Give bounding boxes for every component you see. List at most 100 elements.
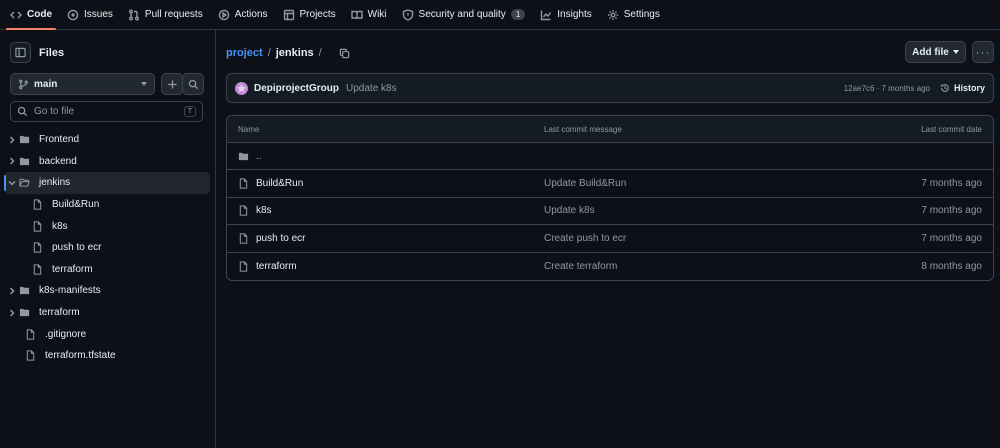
tree-item-label: Build&Run [52, 199, 100, 211]
file-name-link[interactable]: k8s [256, 205, 272, 216]
chevron-down-icon[interactable] [5, 179, 19, 187]
table-row[interactable]: Build&Run Update Build&Run 7 months ago [227, 170, 993, 198]
tree-item-k8s[interactable]: k8s [5, 215, 210, 237]
branch-selector-button[interactable]: main [10, 73, 155, 95]
file-name-link[interactable]: terraform [256, 261, 297, 272]
play-icon [218, 9, 230, 20]
folder-icon [19, 156, 35, 167]
code-icon [10, 11, 22, 18]
table-header: Name Last commit message Last commit dat… [227, 116, 993, 143]
column-name-header: Name [238, 124, 260, 134]
tab-projects[interactable]: Projects [283, 0, 336, 30]
table-icon [283, 9, 294, 20]
commit-author[interactable]: DepiprojectGroup [254, 83, 339, 94]
commit-message-link[interactable]: Create terraform [544, 261, 862, 272]
commit-message[interactable]: Update k8s [346, 83, 844, 94]
breadcrumb-separator: / [318, 47, 322, 59]
tree-item-terraform-tfstate[interactable]: terraform.tfstate [5, 345, 210, 367]
file-icon [239, 233, 248, 244]
tree-item-backend[interactable]: backend [5, 151, 210, 173]
file-icon [32, 242, 48, 253]
folder-open-icon [19, 177, 35, 188]
sidebar-collapse-icon [15, 47, 26, 58]
shield-icon [402, 8, 413, 21]
tab-issues[interactable]: Issues [67, 0, 113, 30]
graph-icon [541, 10, 552, 20]
tree-item-label: k8s [52, 220, 68, 232]
file-icon [239, 205, 248, 217]
go-to-file-field[interactable]: T [10, 101, 203, 122]
file-tree: Frontend backend jenkins Build&Run k8s p… [4, 129, 210, 367]
table-row[interactable]: k8s Update k8s 7 months ago [227, 198, 993, 226]
commit-date: 8 months ago [921, 260, 982, 272]
add-file-label: Add file [912, 46, 949, 58]
git-branch-icon [19, 79, 28, 89]
breadcrumb: project / jenkins / [226, 45, 353, 61]
avatar-star-icon [236, 83, 247, 93]
commit-message-link[interactable]: Update Build&Run [544, 178, 862, 189]
breadcrumb-separator: / [267, 47, 271, 59]
tab-insights-label: Insights [557, 9, 592, 20]
tree-item-build-run[interactable]: Build&Run [5, 194, 210, 216]
branch-name: main [34, 78, 58, 90]
go-to-file-input[interactable] [34, 106, 178, 117]
chevron-down-icon [141, 82, 147, 86]
tab-security[interactable]: Security and quality 1 [402, 0, 526, 30]
commit-message-link[interactable]: Update k8s [544, 205, 862, 216]
parent-directory-link[interactable]: .. [256, 151, 262, 162]
copy-path-button[interactable] [337, 45, 353, 61]
latest-commit-bar: DepiprojectGroup Update k8s 12ae7c6 · 7 … [226, 73, 994, 103]
add-file-button[interactable]: Add file [905, 41, 966, 63]
tree-item-label: .gitignore [45, 328, 87, 340]
search-files-button[interactable] [182, 73, 204, 95]
pull-request-icon [128, 9, 139, 20]
sidebar-collapse-button[interactable] [10, 42, 31, 63]
sidebar-title: Files [39, 46, 65, 59]
tab-settings[interactable]: Settings [607, 0, 660, 30]
chevron-right-icon[interactable] [5, 136, 19, 144]
table-row[interactable]: terraform Create terraform 8 months ago [227, 253, 993, 280]
tree-item-frontend[interactable]: Frontend [5, 129, 210, 151]
tab-wiki-label: Wiki [367, 9, 387, 20]
file-name-link[interactable]: push to ecr [256, 233, 305, 244]
table-row[interactable]: push to ecr Create push to ecr 7 months … [227, 225, 993, 253]
tree-item-terraform-file[interactable]: terraform [5, 259, 210, 281]
file-icon [239, 178, 248, 189]
tree-item-k8s-manifests[interactable]: k8s-manifests [5, 280, 210, 302]
tab-pull-requests[interactable]: Pull requests [128, 0, 203, 30]
tab-wiki[interactable]: Wiki [350, 0, 387, 30]
tree-item-terraform-folder[interactable]: terraform [5, 302, 210, 324]
file-name-link[interactable]: Build&Run [256, 178, 303, 189]
tree-item-label: jenkins [39, 177, 71, 189]
tab-security-label: Security and quality [418, 9, 506, 20]
folder-icon [19, 134, 35, 145]
copy-icon [339, 48, 350, 58]
chevron-right-icon[interactable] [5, 309, 19, 317]
tab-pull-requests-label: Pull requests [144, 9, 203, 20]
avatar[interactable] [235, 81, 248, 95]
file-icon [32, 199, 48, 210]
tab-insights[interactable]: Insights [540, 0, 592, 30]
chevron-right-icon[interactable] [5, 287, 19, 295]
add-file-plus-button[interactable] [161, 73, 183, 95]
gear-icon [607, 9, 618, 20]
tree-item-label: terraform [52, 263, 93, 275]
search-icon [188, 79, 198, 89]
tab-code[interactable]: Code [6, 0, 56, 30]
tree-item-label: k8s-manifests [39, 285, 101, 297]
file-icon [25, 350, 41, 361]
commit-date: 7 months ago [921, 178, 982, 190]
history-button[interactable]: History [940, 83, 985, 93]
tree-item-push-to-ecr[interactable]: push to ecr [5, 237, 210, 259]
commit-meta[interactable]: 12ae7c6 · 7 months ago [844, 84, 930, 93]
chevron-right-icon[interactable] [5, 157, 19, 165]
tab-projects-label: Projects [299, 9, 336, 20]
tree-item-label: terraform.tfstate [45, 350, 116, 362]
tree-item-jenkins[interactable]: jenkins [4, 172, 210, 194]
breadcrumb-repo-link[interactable]: project [226, 47, 263, 59]
commit-message-link[interactable]: Create push to ecr [544, 233, 862, 244]
tree-item-gitignore[interactable]: .gitignore [5, 323, 210, 345]
table-row-parent-directory[interactable]: .. [227, 143, 993, 171]
tab-actions[interactable]: Actions [218, 0, 268, 30]
more-options-button[interactable]: ··· [972, 41, 994, 63]
